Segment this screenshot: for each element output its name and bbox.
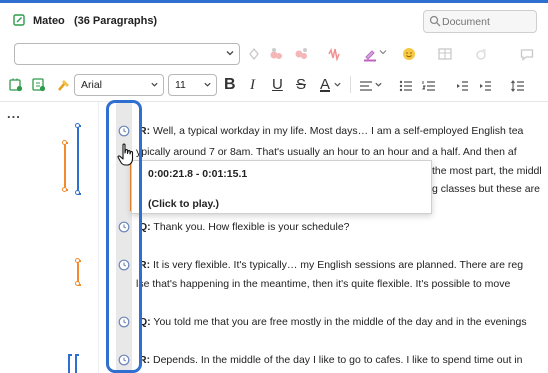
voice-wave-icon[interactable] [326, 46, 342, 62]
paragraph-text: Well, a typical workday in my life. Most… [150, 125, 524, 137]
chevron-down-icon [151, 82, 158, 87]
code-bracket-handle[interactable] [75, 123, 80, 128]
outdent-icon[interactable] [454, 78, 470, 94]
code-bracket-handle[interactable] [75, 258, 80, 263]
transcript-paragraph[interactable]: R: It is very flexible. It's typically… … [139, 258, 523, 272]
more-options-button[interactable]: ... [7, 106, 21, 121]
transcript-paragraph[interactable]: Q: Thank you. How flexible is your sched… [139, 220, 350, 234]
coding-stripes-panel: ... [0, 102, 98, 373]
separator [350, 76, 351, 93]
code-bracket[interactable] [64, 142, 68, 191]
numbered-list-icon[interactable] [421, 78, 437, 94]
code-bracket-handle[interactable] [75, 190, 80, 195]
format-painter-icon[interactable] [56, 77, 72, 93]
tooltip-play-hint: (Click to play.) [148, 198, 219, 210]
italic-button[interactable]: I [250, 76, 255, 94]
bullet-list-icon[interactable] [398, 78, 414, 94]
paragraph-text: It is very flexible. It's typically… my … [150, 259, 524, 271]
font-color-button[interactable]: A [320, 76, 330, 94]
chevron-down-icon [226, 51, 234, 56]
strikethrough-button[interactable]: S [296, 76, 306, 94]
transcript-paragraph[interactable]: R: Well, a typical workday in my life. M… [139, 124, 523, 138]
code-bracket-handle[interactable] [75, 281, 80, 286]
tooltip-timecode: 0:00:21.8 - 0:01:15.1 [148, 168, 248, 180]
hand-cursor-icon [117, 143, 134, 166]
line-spacing-icon[interactable] [510, 78, 526, 94]
font-size-value: 11 [175, 79, 186, 91]
highlighter-icon[interactable] [362, 46, 378, 62]
font-size-select[interactable]: 11 [168, 74, 217, 96]
document-title: Mateo (36 Paragraphs) [33, 15, 158, 27]
align-icon[interactable] [358, 78, 374, 94]
paragraph-text: Thank you. How flexible is your schedule… [150, 221, 350, 233]
insert-document-icon[interactable] [8, 77, 24, 93]
panel-border [98, 102, 99, 373]
search-input[interactable] [442, 14, 532, 30]
code-add-icon[interactable] [268, 46, 284, 62]
paragraph-line: g classes but these are [432, 183, 540, 195]
toolbar-row-1 [0, 39, 548, 70]
title-bar: Mateo (36 Paragraphs) [0, 3, 548, 37]
diamond-icon[interactable] [246, 46, 262, 62]
indent-icon[interactable] [477, 78, 493, 94]
emoji-icon[interactable] [401, 46, 417, 62]
chevron-down-icon[interactable] [374, 80, 383, 89]
font-name-select[interactable]: Arial [74, 74, 164, 96]
code-bracket[interactable] [75, 354, 79, 373]
paragraph-line: the most part, the middl [432, 165, 542, 177]
font-name-value: Arial [81, 79, 103, 91]
paragraph-text: Depends. In the middle of the day I like… [150, 354, 523, 366]
insert-time-icon[interactable] [31, 77, 47, 93]
toolbar-row-2: Arial 11 B I U S A [0, 71, 548, 99]
underline-button[interactable]: U [272, 76, 283, 94]
memo-link-icon[interactable] [473, 46, 489, 62]
chevron-down-icon[interactable] [333, 80, 342, 89]
code-bracket-handle[interactable] [62, 140, 67, 145]
code-bracket[interactable] [68, 354, 72, 373]
code-remove-icon[interactable] [293, 46, 309, 62]
paragraph-style-select[interactable] [14, 43, 240, 65]
code-bracket[interactable] [77, 125, 81, 195]
paragraph-line: ypically around 7 or 8am. That's usually… [136, 146, 517, 158]
paragraph-line: lse that's happening in the meantime, th… [136, 278, 511, 290]
paragraph-text: You told me that you are free mostly in … [150, 316, 527, 328]
transcript-paragraph[interactable]: Q: You told me that you are free mostly … [139, 315, 527, 329]
document-edit-icon [13, 14, 25, 26]
comment-icon[interactable] [519, 46, 535, 62]
transcript-paragraph[interactable]: R: Depends. In the middle of the day I l… [139, 353, 522, 367]
code-bracket-handle[interactable] [62, 187, 67, 192]
table-icon[interactable] [437, 46, 453, 62]
timestamp-tooltip[interactable]: 0:00:21.8 - 0:01:15.1 (Click to play.) [131, 160, 432, 214]
gutter-highlight-outline [106, 100, 142, 373]
chevron-down-icon [204, 82, 211, 87]
bold-button[interactable]: B [224, 76, 236, 94]
search-icon [429, 15, 441, 27]
document-search[interactable] [423, 10, 537, 33]
chevron-down-icon[interactable] [378, 47, 388, 57]
